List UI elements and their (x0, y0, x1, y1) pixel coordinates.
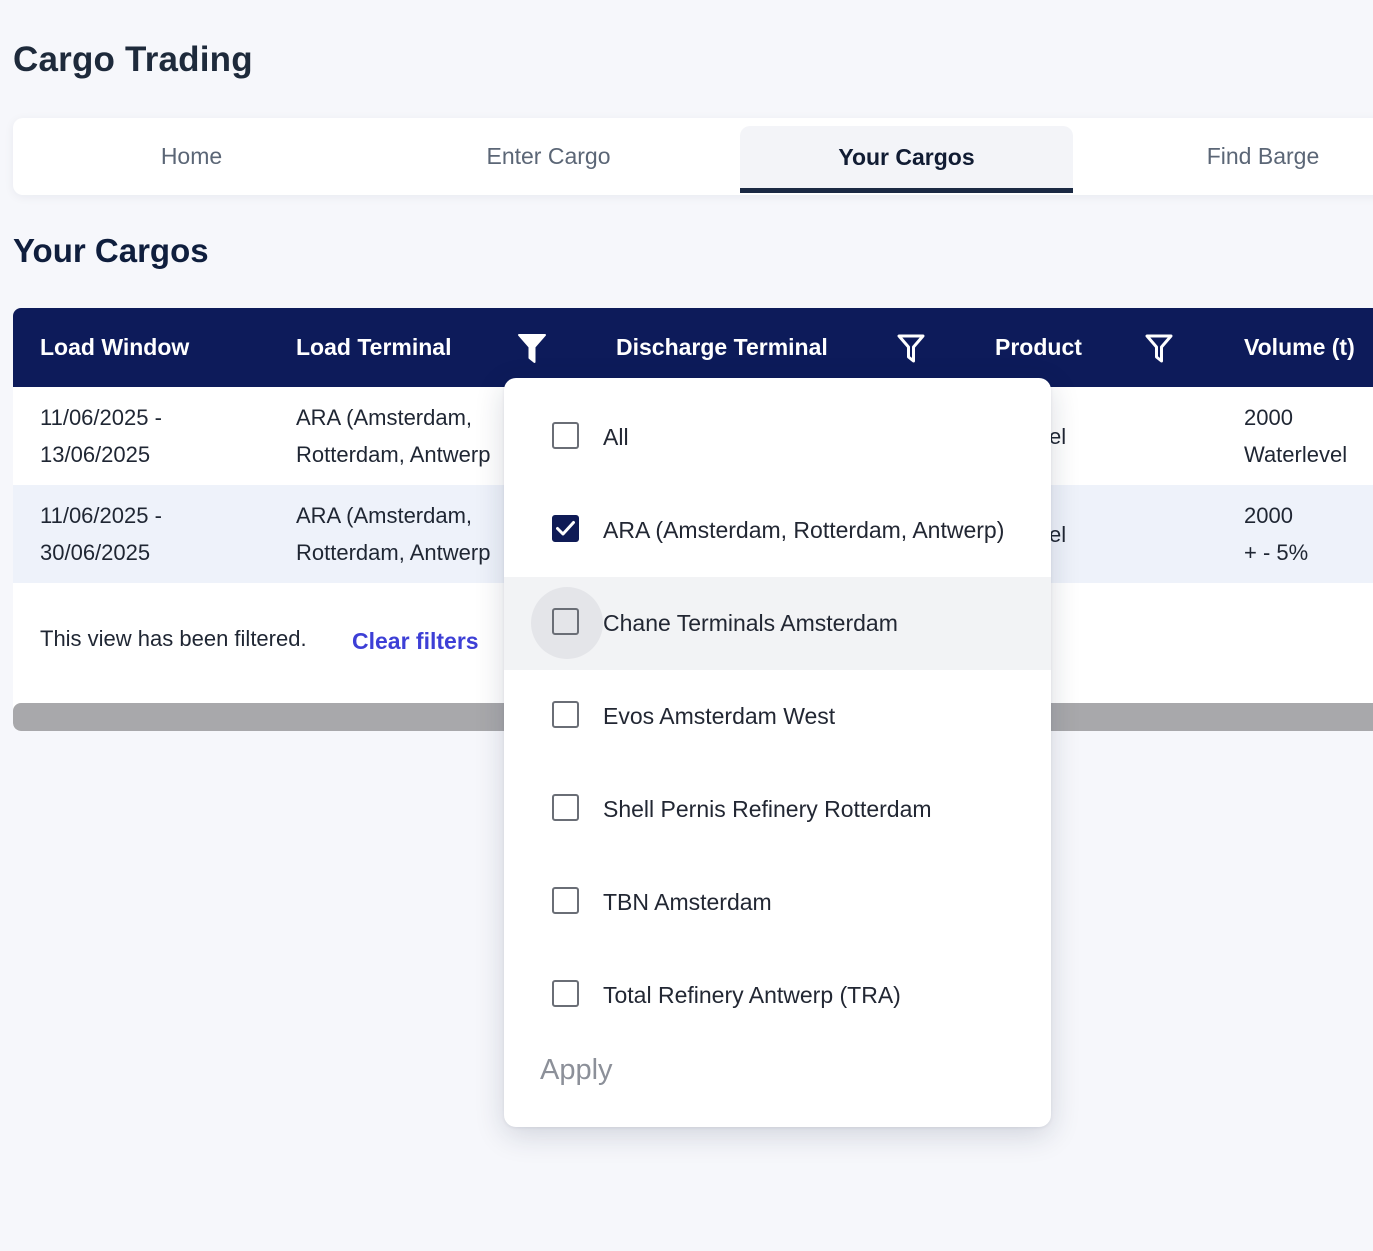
checkbox[interactable] (552, 887, 579, 914)
cell-load-window: 11/06/2025 - 13/06/2025 (40, 405, 162, 467)
filter-option-total-refinery[interactable]: Total Refinery Antwerp (TRA) (504, 949, 1051, 1042)
column-header-load-terminal[interactable]: Load Terminal (296, 308, 452, 387)
filter-option-label: Total Refinery Antwerp (TRA) (603, 982, 901, 1008)
checkmark-icon (556, 521, 575, 536)
app-title: Cargo Trading (13, 40, 253, 79)
filter-option-label: All (603, 424, 629, 450)
filter-option-label: Chane Terminals Amsterdam (603, 610, 898, 636)
clear-filters-link[interactable]: Clear filters (352, 628, 479, 655)
product-filter-icon[interactable] (1144, 332, 1174, 364)
checkbox[interactable] (552, 980, 579, 1007)
column-header-discharge-terminal[interactable]: Discharge Terminal (616, 308, 828, 387)
checkbox[interactable] (552, 422, 579, 449)
tab-find-barge[interactable]: Find Barge (1083, 118, 1373, 195)
cell-load-terminal: ARA (Amsterdam, Rotterdam, Antwerp (296, 405, 491, 467)
tab-bar: Home Enter Cargo Your Cargos Find Barge (13, 118, 1373, 195)
filter-option-label: TBN Amsterdam (603, 889, 772, 915)
tab-home[interactable]: Home (13, 118, 370, 195)
filter-option-all[interactable]: All (504, 391, 1051, 484)
filter-option-label: ARA (Amsterdam, Rotterdam, Antwerp) (603, 517, 1005, 543)
cell-volume: 2000 + - 5% (1244, 503, 1309, 565)
tab-enter-cargo[interactable]: Enter Cargo (370, 118, 727, 195)
checkbox-checked[interactable] (552, 515, 579, 542)
cell-product: el (1049, 424, 1067, 449)
tab-your-cargos[interactable]: Your Cargos (740, 126, 1073, 193)
filter-option-ara[interactable]: ARA (Amsterdam, Rotterdam, Antwerp) (504, 484, 1051, 577)
discharge-terminal-filter-icon[interactable] (896, 332, 926, 364)
column-header-volume[interactable]: Volume (t) (1244, 308, 1355, 387)
filter-option-evos[interactable]: Evos Amsterdam West (504, 670, 1051, 763)
column-header-product[interactable]: Product (995, 308, 1082, 387)
column-header-load-window[interactable]: Load Window (40, 308, 189, 387)
filter-option-label: Evos Amsterdam West (603, 703, 836, 729)
cell-load-window: 11/06/2025 - 30/06/2025 (40, 503, 162, 565)
filter-option-chane-terminals[interactable]: Chane Terminals Amsterdam (504, 577, 1051, 670)
checkbox[interactable] (552, 794, 579, 821)
cell-load-terminal: ARA (Amsterdam, Rotterdam, Antwerp (296, 503, 491, 565)
checkbox[interactable] (552, 608, 579, 635)
page-title: Your Cargos (13, 232, 209, 269)
load-terminal-filter-dropdown: All ARA (Amsterdam, Rotterdam, Antwerp) … (504, 378, 1051, 1127)
cell-product: el (1049, 522, 1067, 547)
load-terminal-filter-icon[interactable] (517, 332, 547, 364)
cell-volume: 2000 Waterlevel (1244, 405, 1348, 467)
filter-note: This view has been filtered. (40, 626, 307, 651)
filter-option-label: Shell Pernis Refinery Rotterdam (603, 796, 932, 822)
apply-button[interactable]: Apply (540, 1054, 613, 1087)
filter-option-shell-pernis[interactable]: Shell Pernis Refinery Rotterdam (504, 763, 1051, 856)
checkbox[interactable] (552, 701, 579, 728)
filter-option-tbn[interactable]: TBN Amsterdam (504, 856, 1051, 949)
table-header: Load Window Load Terminal Discharge Term… (13, 308, 1373, 387)
